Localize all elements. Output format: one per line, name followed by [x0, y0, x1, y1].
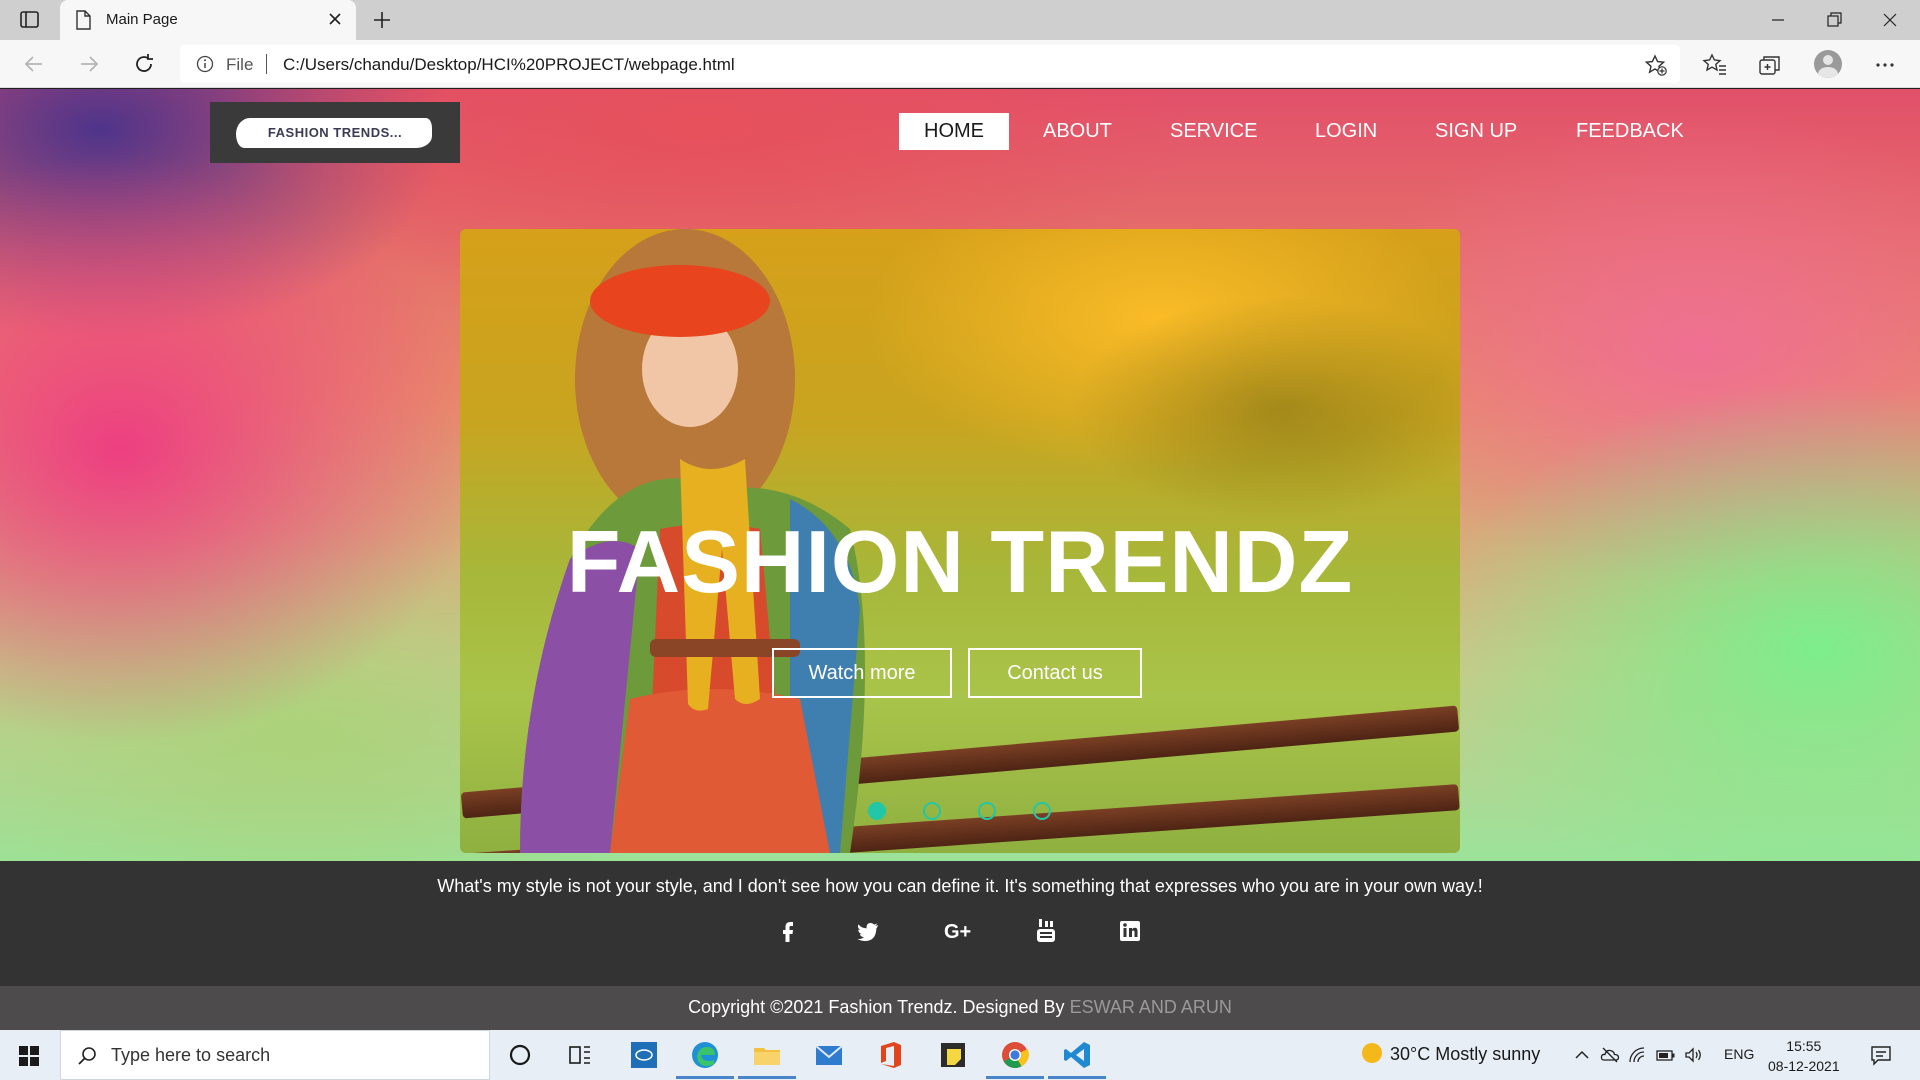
- nav-service[interactable]: SERVICE: [1145, 113, 1282, 150]
- browser-toolbar: File C:/Users/chandu/Desktop/HCI%20PROJE…: [0, 40, 1920, 88]
- taskbar: Type here to search 30°C Mostly sunny EN…: [0, 1030, 1920, 1080]
- nav-home[interactable]: HOME: [899, 113, 1009, 150]
- web-page: FASHION TRENDS... HOME ABOUT SERVICE LOG…: [0, 89, 1920, 1030]
- hero-slider: FASHION TRENDZ Watch more Contact us: [460, 229, 1460, 853]
- wifi-icon[interactable]: [1628, 1046, 1648, 1064]
- logo-text: FASHION TRENDS...: [267, 125, 403, 140]
- input-language[interactable]: ENG: [1724, 1046, 1754, 1062]
- linkedin-icon[interactable]: [1116, 917, 1144, 945]
- task-view-icon[interactable]: [564, 1039, 596, 1071]
- system-clock[interactable]: 15:55 08-12-2021: [1768, 1036, 1840, 1076]
- close-tab-icon[interactable]: [326, 10, 344, 28]
- slide-dot-3[interactable]: [978, 802, 996, 820]
- sticky-notes-icon[interactable]: [937, 1039, 969, 1071]
- designers-link[interactable]: ESWAR AND ARUN: [1070, 997, 1232, 1017]
- contact-us-button[interactable]: Contact us: [968, 648, 1142, 698]
- clock-time: 15:55: [1786, 1038, 1822, 1054]
- windows-start-icon[interactable]: [18, 1045, 40, 1067]
- nav-feedback[interactable]: FEEDBACK: [1551, 113, 1709, 150]
- youtube-icon[interactable]: [1032, 917, 1060, 945]
- cortana-icon[interactable]: [504, 1039, 536, 1071]
- new-tab-icon[interactable]: [370, 8, 394, 32]
- onedrive-offline-icon[interactable]: [1600, 1046, 1620, 1064]
- weather-text: 30°C Mostly sunny: [1390, 1044, 1541, 1064]
- page-icon: [74, 10, 92, 30]
- weather-widget[interactable]: 30°C Mostly sunny: [1362, 1043, 1540, 1065]
- minimize-icon[interactable]: [1764, 8, 1792, 32]
- weather-sun-icon: [1362, 1043, 1382, 1063]
- more-options-icon[interactable]: [1872, 52, 1898, 78]
- slide-dot-1[interactable]: [868, 802, 886, 820]
- office-icon[interactable]: [875, 1039, 907, 1071]
- nav-sign-up[interactable]: SIGN UP: [1410, 113, 1542, 150]
- slide-dot-4[interactable]: [1033, 802, 1051, 820]
- collections-icon[interactable]: [1757, 52, 1783, 78]
- refresh-icon[interactable]: [132, 52, 156, 76]
- add-favorite-icon[interactable]: [1644, 53, 1668, 77]
- nav-login[interactable]: LOGIN: [1290, 113, 1402, 150]
- address-url[interactable]: C:/Users/chandu/Desktop/HCI%20PROJECT/we…: [283, 55, 735, 75]
- notification-center-icon[interactable]: [1870, 1044, 1892, 1066]
- chevron-up-icon[interactable]: [1572, 1046, 1592, 1064]
- address-separator: [266, 54, 267, 74]
- mail-icon[interactable]: [813, 1039, 845, 1071]
- site-logo[interactable]: FASHION TRENDS...: [210, 102, 460, 163]
- back-icon[interactable]: [22, 52, 46, 76]
- file-explorer-icon[interactable]: [751, 1039, 783, 1071]
- active-app-indicator: [738, 1076, 796, 1079]
- restore-icon[interactable]: [1820, 8, 1848, 32]
- dell-app-icon[interactable]: [628, 1039, 660, 1071]
- footer-quote: What's my style is not your style, and I…: [437, 876, 1483, 896]
- address-scheme-label: File: [226, 55, 254, 74]
- clock-date: 08-12-2021: [1768, 1058, 1840, 1074]
- close-window-icon[interactable]: [1876, 8, 1904, 32]
- copyright-bar: Copyright ©2021 Fashion Trendz. Designed…: [0, 986, 1920, 1030]
- hero-title: FASHION TRENDZ: [566, 512, 1354, 611]
- search-icon: [77, 1045, 99, 1067]
- address-bar[interactable]: File C:/Users/chandu/Desktop/HCI%20PROJE…: [180, 45, 1680, 83]
- facebook-icon[interactable]: [774, 917, 802, 945]
- footer: What's my style is not your style, and I…: [0, 861, 1920, 986]
- google-plus-icon[interactable]: G+: [944, 917, 972, 945]
- tab-title: Main Page: [106, 11, 178, 28]
- nav-about[interactable]: ABOUT: [1018, 113, 1137, 150]
- copyright-prefix: Copyright ©2021 Fashion Trendz. Designed…: [688, 997, 1065, 1017]
- favorites-icon[interactable]: [1702, 52, 1728, 78]
- vscode-icon[interactable]: [1061, 1039, 1093, 1071]
- watch-more-button[interactable]: Watch more: [772, 648, 952, 698]
- copyright-text: Copyright ©2021 Fashion Trendz. Designed…: [0, 997, 1920, 1018]
- volume-icon[interactable]: [1684, 1046, 1704, 1064]
- info-icon[interactable]: [196, 55, 214, 73]
- chrome-icon[interactable]: [999, 1039, 1031, 1071]
- browser-title-bar: Main Page: [0, 0, 1920, 40]
- slide-dot-2[interactable]: [923, 802, 941, 820]
- battery-icon[interactable]: [1656, 1046, 1676, 1064]
- forward-icon[interactable]: [77, 52, 101, 76]
- tab-actions-icon[interactable]: [18, 10, 42, 30]
- taskbar-search-box[interactable]: Type here to search: [60, 1030, 490, 1080]
- active-app-indicator: [1048, 1076, 1106, 1079]
- profile-avatar[interactable]: [1814, 50, 1842, 78]
- svg-text:G+: G+: [944, 921, 971, 943]
- twitter-icon[interactable]: [854, 917, 882, 945]
- active-app-indicator: [676, 1076, 734, 1079]
- browser-tab[interactable]: Main Page: [60, 0, 356, 40]
- search-placeholder: Type here to search: [111, 1045, 271, 1065]
- active-app-indicator: [986, 1076, 1044, 1079]
- edge-browser-icon[interactable]: [689, 1039, 721, 1071]
